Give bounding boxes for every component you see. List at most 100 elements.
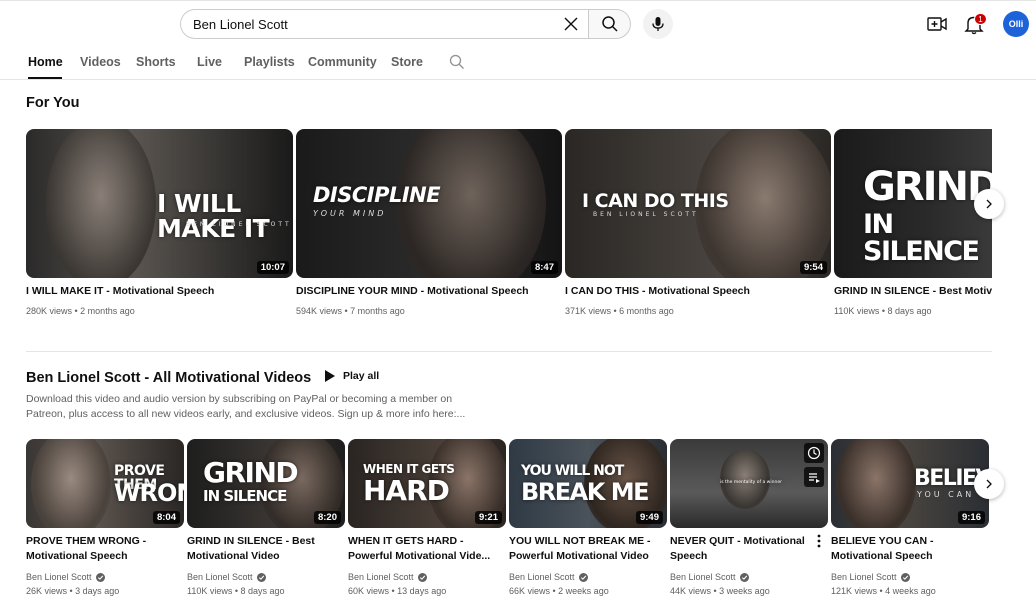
video-meta: 110K views • 8 days ago: [834, 306, 932, 316]
voice-search-button[interactable]: [643, 9, 673, 39]
video-title[interactable]: GRIND IN SILENCE - Best Motivati: [834, 285, 992, 297]
title-line: NEVER QUIT - Motivational: [670, 535, 805, 547]
tab-videos[interactable]: Videos: [80, 55, 121, 69]
thumbnail-caption: WRONG: [114, 479, 184, 507]
video-thumbnail[interactable]: PROVE THEM WRONG 8:04: [26, 439, 184, 528]
title-line: YOU WILL NOT BREAK ME -: [509, 535, 651, 547]
video-thumbnail[interactable]: WHEN IT GETS HARD 9:21: [348, 439, 506, 528]
masthead: 1 Olli: [0, 0, 1036, 46]
add-to-queue-button[interactable]: [804, 467, 824, 487]
play-all-label: Play all: [343, 370, 380, 382]
video-meta: 44K views • 3 weeks ago: [670, 586, 770, 596]
video-title[interactable]: WHEN IT GETS HARD - Powerful Motivationa…: [348, 534, 503, 564]
thumbnail-subcaption: BEN LIONEL SCOTT: [593, 211, 699, 218]
video-title[interactable]: DISCIPLINE YOUR MIND - Motivational Spee…: [296, 285, 562, 297]
title-line: GRIND IN SILENCE - Best: [187, 535, 315, 547]
video-meta: 121K views • 4 weeks ago: [831, 586, 936, 596]
video-thumbnail[interactable]: BELIEVE YOU CAN 9:16: [831, 439, 989, 528]
thumbnail-caption: IN SILENCE: [203, 487, 287, 505]
for-you-heading: For You: [26, 95, 80, 111]
title-line: Powerful Motivational Vide...: [348, 550, 491, 562]
search-box[interactable]: [180, 9, 592, 39]
avatar[interactable]: Olli: [1003, 11, 1029, 37]
video-title[interactable]: I CAN DO THIS - Motivational Speech: [565, 285, 831, 297]
video-meta: 371K views • 6 months ago: [565, 306, 674, 316]
watch-later-button[interactable]: [804, 443, 824, 463]
video-thumbnail[interactable]: YOU WILL NOT BREAK ME 9:49: [509, 439, 667, 528]
video-thumbnail[interactable]: GRIND IN SILENCE 8:20: [187, 439, 345, 528]
title-line: Motivational Speech: [831, 550, 933, 562]
tab-community[interactable]: Community: [308, 55, 377, 69]
microphone-icon: [652, 17, 664, 31]
channel-name[interactable]: Ben Lionel Scott: [26, 572, 105, 582]
video-camera-plus-icon: [927, 17, 947, 31]
clear-search-button[interactable]: [561, 14, 581, 34]
video-meta: 110K views • 8 days ago: [187, 586, 285, 596]
thumbnail-caption: DISCIPLINE: [313, 183, 441, 207]
video-duration: 8:47: [530, 261, 558, 274]
video-title[interactable]: I WILL MAKE IT - Motivational Speech: [26, 285, 293, 297]
thumbnail-caption: I WILL MAKE IT: [157, 189, 270, 243]
channel-name[interactable]: Ben Lionel Scott: [670, 572, 749, 582]
video-duration: 9:16: [957, 511, 985, 524]
playlist-heading[interactable]: Ben Lionel Scott - All Motivational Vide…: [26, 370, 311, 386]
channel-search-button[interactable]: [449, 54, 465, 70]
video-thumbnail[interactable]: DISCIPLINE YOUR MIND 8:47: [296, 129, 562, 278]
video-thumbnail[interactable]: I CAN DO THIS BEN LIONEL SCOTT 9:54: [565, 129, 831, 278]
video-duration: 9:49: [635, 511, 663, 524]
thumbnail-image: [46, 129, 156, 278]
verified-check-icon: [256, 572, 266, 582]
thumbnail-caption: GRIND: [203, 456, 299, 489]
channel-name[interactable]: Ben Lionel Scott: [831, 572, 910, 582]
video-thumbnail[interactable]: GRIND IN SILENCE: [834, 129, 992, 278]
channel-name[interactable]: Ben Lionel Scott: [509, 572, 588, 582]
title-line: WHEN IT GETS HARD -: [348, 535, 464, 547]
video-title[interactable]: GRIND IN SILENCE - Best Motivational Vid…: [187, 534, 342, 564]
thumbnail-subcaption: YOU CAN: [917, 490, 975, 499]
channel-tabs: Home Videos Shorts Live Playlists Commun…: [0, 46, 1036, 80]
chevron-right-icon: [986, 199, 992, 209]
more-actions-button[interactable]: [814, 533, 824, 549]
video-title[interactable]: YOU WILL NOT BREAK ME - Powerful Motivat…: [509, 534, 664, 564]
video-thumbnail[interactable]: is the mentality of a winner: [670, 439, 828, 528]
three-dots-vertical-icon: [817, 534, 821, 548]
tab-shorts[interactable]: Shorts: [136, 55, 176, 69]
next-arrow-button[interactable]: [974, 189, 1004, 219]
active-tab-indicator: [28, 77, 62, 79]
title-line: Speech: [670, 550, 708, 562]
thumbnail-caption: BREAK ME: [521, 478, 649, 506]
channel-name[interactable]: Ben Lionel Scott: [187, 572, 266, 582]
channel-label: Ben Lionel Scott: [26, 572, 92, 582]
thumbnail-subcaption: BEN LIONEL SCOTT: [186, 221, 292, 228]
video-title[interactable]: PROVE THEM WRONG - Motivational Speech: [26, 534, 181, 564]
search-input[interactable]: [193, 16, 553, 32]
create-button[interactable]: [926, 13, 948, 35]
channel-name[interactable]: Ben Lionel Scott: [348, 572, 427, 582]
tab-store[interactable]: Store: [391, 55, 423, 69]
clock-icon: [807, 446, 821, 460]
video-duration: 10:07: [256, 261, 289, 274]
title-line: Motivational Video: [187, 550, 280, 562]
video-thumbnail[interactable]: I WILL MAKE IT BEN LIONEL SCOTT 10:07: [26, 129, 293, 278]
tab-playlists[interactable]: Playlists: [244, 55, 295, 69]
play-all-button[interactable]: Play all: [324, 370, 379, 382]
channel-label: Ben Lionel Scott: [670, 572, 736, 582]
play-icon: [325, 370, 335, 382]
video-meta: 26K views • 3 days ago: [26, 586, 120, 596]
thumbnail-caption: is the mentality of a winner: [720, 480, 782, 485]
playlist-description[interactable]: Download this video and audio version by…: [26, 392, 466, 422]
video-title[interactable]: BELIEVE YOU CAN - Motivational Speech: [831, 534, 986, 564]
video-title[interactable]: NEVER QUIT - Motivational Speech: [670, 534, 810, 564]
title-line: Motivational Speech: [26, 550, 128, 562]
video-meta: 66K views • 2 weeks ago: [509, 586, 609, 596]
video-duration: 8:04: [152, 511, 180, 524]
tab-home[interactable]: Home: [28, 55, 63, 69]
search-icon: [601, 16, 618, 32]
channel-label: Ben Lionel Scott: [831, 572, 897, 582]
next-arrow-button[interactable]: [974, 469, 1004, 499]
channel-label: Ben Lionel Scott: [509, 572, 575, 582]
thumbnail-caption: HARD: [363, 474, 450, 507]
search-button[interactable]: [588, 9, 631, 39]
chevron-right-icon: [986, 479, 992, 489]
tab-live[interactable]: Live: [197, 55, 222, 69]
